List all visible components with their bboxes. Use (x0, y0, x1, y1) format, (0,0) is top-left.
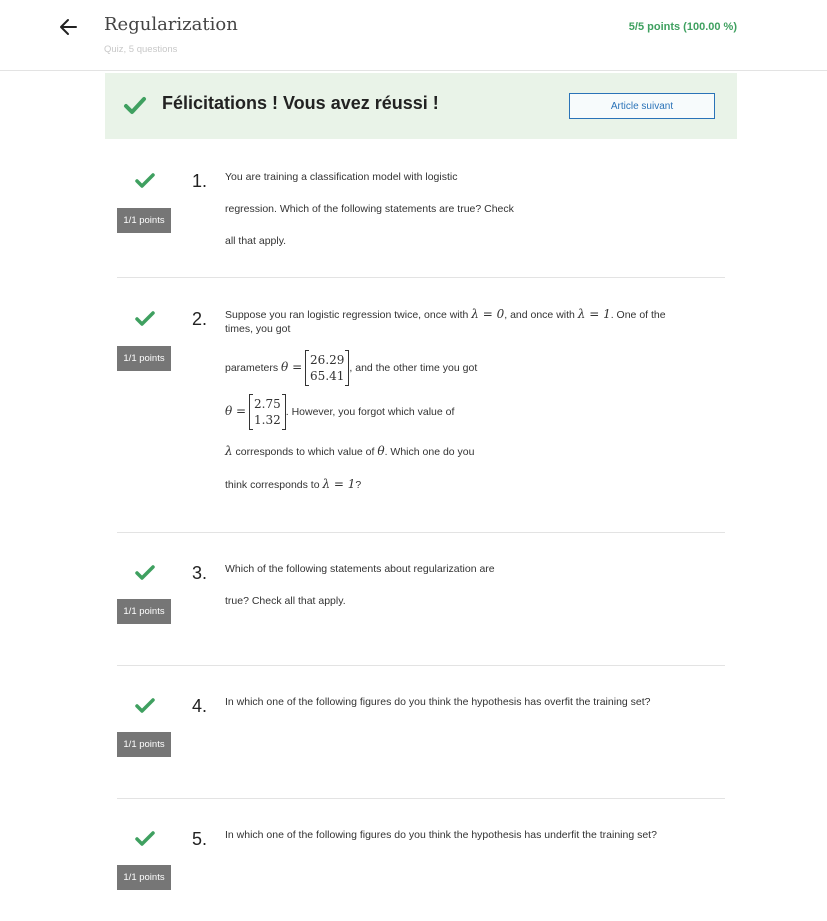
question-4: 1/1 points 4. In which one of the follow… (117, 690, 725, 790)
quiz-subtitle: Quiz, 5 questions (104, 44, 178, 55)
theta-vector-2: 2.75 1.32 (249, 394, 286, 430)
question-number: 4. (192, 696, 208, 716)
success-message: Félicitations ! Vous avez réussi ! (162, 93, 439, 113)
checkmark-icon (135, 565, 155, 580)
question-5: 1/1 points 5. In which one of the follow… (117, 823, 725, 918)
question-line: λ corresponds to which value of θ. Which… (225, 444, 475, 458)
points-badge: 1/1 points (117, 599, 171, 624)
question-1: 1/1 points 1. You are training a classif… (117, 165, 725, 265)
theta-vector-1: 26.29 65.41 (305, 350, 350, 386)
question-text: In which one of the following figures do… (225, 828, 695, 842)
checkmark-icon (135, 173, 155, 188)
question-line: regression. Which of the following state… (225, 203, 514, 215)
question-number: 2. (192, 309, 208, 329)
question-number: 3. (192, 563, 208, 583)
checkmark-icon (135, 311, 155, 326)
question-line: θ = 2.75 1.32. However, you forgot which … (225, 394, 695, 430)
points-badge: 1/1 points (117, 732, 171, 757)
question-text: You are training a classification model … (225, 170, 695, 248)
question-3: 1/1 points 3. Which of the following sta… (117, 557, 725, 657)
score-summary: 5/5 points (100.00 %) (628, 21, 737, 33)
question-line: think corresponds to λ = 1? (225, 477, 362, 491)
question-line: true? Check all that apply. (225, 595, 346, 607)
quiz-header: Regularization Quiz, 5 questions 5/5 poi… (0, 0, 827, 71)
question-line: Which of the following statements about … (225, 563, 495, 575)
divider (117, 798, 725, 799)
question-text: Which of the following statements about … (225, 562, 695, 608)
question-line: In which one of the following figures do… (225, 829, 657, 841)
next-article-button[interactable]: Article suivant (569, 93, 715, 119)
checkmark-icon (135, 698, 155, 713)
question-line: all that apply. (225, 235, 287, 247)
divider (117, 665, 725, 666)
divider (117, 532, 725, 533)
checkmark-icon (124, 97, 146, 114)
question-line: parameters θ = 26.29 65.41, and the other… (225, 350, 695, 386)
question-line: You are training a classification model … (225, 171, 458, 183)
checkmark-icon (135, 831, 155, 846)
question-text: In which one of the following figures do… (225, 695, 695, 709)
points-badge: 1/1 points (117, 865, 171, 890)
question-number: 5. (192, 829, 208, 849)
question-text: Suppose you ran logistic regression twic… (225, 307, 695, 492)
question-2: 1/1 points 2. Suppose you ran logistic r… (117, 303, 725, 523)
question-line: Suppose you ran logistic regression twic… (225, 307, 666, 335)
question-number: 1. (192, 171, 208, 191)
divider (117, 277, 725, 278)
back-arrow-icon[interactable] (56, 14, 82, 40)
points-badge: 1/1 points (117, 208, 171, 233)
page-title: Regularization (104, 14, 238, 35)
points-badge: 1/1 points (117, 346, 171, 371)
question-line: In which one of the following figures do… (225, 696, 651, 708)
success-banner: Félicitations ! Vous avez réussi ! Artic… (105, 73, 737, 139)
